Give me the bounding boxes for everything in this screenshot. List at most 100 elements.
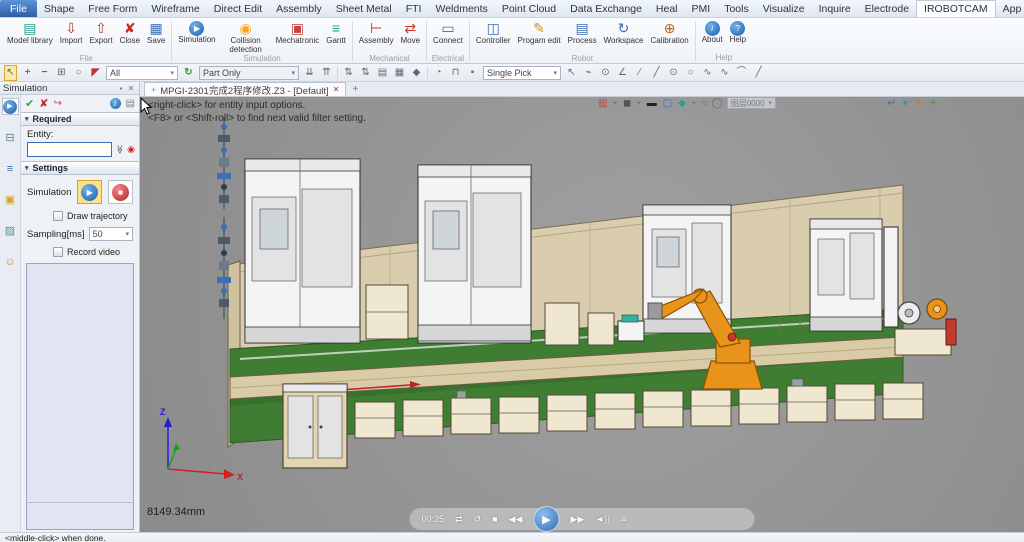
close-button[interactable]: ✘ Close	[117, 19, 143, 54]
export-button[interactable]: ⇧ Export	[86, 19, 115, 54]
draw-trajectory-checkbox[interactable]	[53, 211, 63, 221]
background-icon[interactable]: ▢	[663, 98, 672, 109]
sampling-dropdown[interactable]: 50 ▾	[89, 227, 133, 241]
menu-tab-app[interactable]: App	[996, 0, 1024, 17]
machine-tree-icon[interactable]: ⊟	[2, 129, 19, 146]
collision-detection-button[interactable]: ◉ Collision detection	[220, 19, 272, 54]
move-button[interactable]: ⇄ Move	[397, 19, 423, 54]
exit-input-icon[interactable]: ↵	[887, 98, 895, 109]
add-icon[interactable]: +	[930, 98, 936, 109]
controller-button[interactable]: ◫ Controller	[473, 19, 514, 54]
line-icon[interactable]: ∕	[633, 66, 646, 80]
display-mode-dropdown[interactable]: Part Only ▾	[199, 66, 299, 80]
stop-icon[interactable]: ■	[492, 514, 497, 524]
apply-icon[interactable]: ↪	[53, 98, 61, 109]
menu-tab-heal[interactable]: Heal	[649, 0, 685, 17]
menu-tab-direct-edit[interactable]: Direct Edit	[207, 0, 269, 17]
program-edit-button[interactable]: ✎ Progam edit	[515, 19, 564, 54]
curve-icon[interactable]: ∿	[718, 66, 731, 80]
connect-button[interactable]: ▭ Connect	[430, 19, 466, 54]
add-selection-icon[interactable]: +	[21, 66, 34, 80]
play-simulation-button[interactable]: ▶	[77, 180, 102, 204]
info-icon[interactable]: i	[110, 98, 121, 109]
rewind-icon[interactable]: ◀◀	[509, 514, 523, 524]
angle-icon[interactable]: ∠	[616, 66, 629, 80]
camera-icon[interactable]: ◯	[712, 98, 723, 109]
distribute-icon[interactable]: ⇅	[359, 66, 372, 80]
simulation-tool-icon[interactable]: ▶	[2, 98, 19, 115]
pick-filter-icon[interactable]: ▾	[903, 98, 908, 109]
layer-panel-icon[interactable]: ▤	[376, 66, 389, 80]
history-icon[interactable]: ◔	[432, 66, 445, 80]
loop-pick-icon[interactable]: ⊙	[599, 66, 612, 80]
menu-tab-wireframe[interactable]: Wireframe	[144, 0, 206, 17]
menu-tab-tools[interactable]: Tools	[717, 0, 756, 17]
model-library-button[interactable]: ▤ Model library	[4, 19, 56, 54]
scene-3d[interactable]: Z X	[140, 97, 1024, 532]
render-style-icon[interactable]: ◆	[678, 98, 686, 109]
refresh-icon[interactable]: ↻	[182, 66, 195, 80]
window-select-icon[interactable]: ⊞	[55, 66, 68, 80]
point-icon[interactable]: ▪	[466, 66, 479, 80]
sort-up-icon[interactable]: ⇊	[303, 66, 316, 80]
ellipse-icon[interactable]: ○	[684, 66, 697, 80]
workspace-button[interactable]: ↻ Workspace	[601, 19, 647, 54]
shuffle-icon[interactable]: ⇄	[455, 514, 463, 524]
pick-mode-dropdown[interactable]: Single Pick ▾	[483, 66, 561, 80]
settings-section-header[interactable]: ▾ Settings	[21, 161, 139, 175]
entity-input[interactable]	[27, 142, 112, 157]
stop-simulation-button[interactable]: ■	[108, 180, 133, 204]
sort-down-icon[interactable]: ⇈	[320, 66, 333, 80]
mechatronic-button[interactable]: ▣ Mechatronic	[273, 19, 323, 54]
viewport-canvas[interactable]: <right-click> for entity input options. …	[140, 97, 1024, 532]
menu-tab-inquire[interactable]: Inquire	[812, 0, 858, 17]
polyline-icon[interactable]: ╱	[650, 66, 663, 80]
operator-icon[interactable]: ☺	[2, 253, 19, 270]
ok-icon[interactable]: ✔	[25, 97, 34, 110]
loop-icon[interactable]: ↺	[474, 514, 482, 524]
process-button[interactable]: ▤ Process	[565, 19, 600, 54]
document-tab[interactable]: + MPGI-2301完成2程序修改.Z3 - [Default] ✕	[144, 82, 346, 96]
assembly-button[interactable]: ⊢ Assembly	[356, 19, 397, 54]
filter-icon[interactable]: ◤	[89, 66, 102, 80]
material-icon[interactable]: ◆	[410, 66, 423, 80]
pick-arrow-icon[interactable]: ↖	[565, 66, 578, 80]
edit-icon[interactable]: ✎	[915, 98, 923, 109]
record-video-checkbox[interactable]	[53, 247, 63, 257]
spline-icon[interactable]: ∿	[701, 66, 714, 80]
expand-chevrons-icon[interactable]: ≫	[114, 145, 125, 154]
record-pick-icon[interactable]: ◉	[127, 144, 135, 155]
remove-selection-icon[interactable]: −	[38, 66, 51, 80]
image-icon[interactable]: ▨	[2, 222, 19, 239]
menu-tab-assembly[interactable]: Assembly	[269, 0, 329, 17]
menu-tab-free-form[interactable]: Free Form	[81, 0, 144, 17]
section-view-icon[interactable]: ▥	[598, 98, 607, 109]
help-button[interactable]: ? Help	[727, 19, 749, 53]
import-button[interactable]: ⇩ Import	[57, 19, 86, 54]
close-panel-icon[interactable]: ✕	[126, 84, 136, 93]
about-button[interactable]: i About	[699, 19, 726, 53]
bracket-icon[interactable]: ⊓	[449, 66, 462, 80]
sheet-icon[interactable]: ▤	[126, 98, 135, 109]
fast-forward-icon[interactable]: ▶▶	[570, 514, 584, 524]
solid-model-icon[interactable]: ▣	[2, 191, 19, 208]
menu-tab-electrode[interactable]: Electrode	[858, 0, 916, 17]
select-icon[interactable]: ↖	[4, 65, 17, 81]
simulation-button[interactable]: ▶ Simulation	[175, 19, 218, 54]
save-button[interactable]: ▦ Save	[144, 19, 168, 54]
menu-tab-visualize[interactable]: Visualize	[756, 0, 812, 17]
align-icon[interactable]: ⇅	[342, 66, 355, 80]
menu-tab-fti[interactable]: FTI	[399, 0, 429, 17]
menu-tab-sheet-metal[interactable]: Sheet Metal	[329, 0, 399, 17]
calibration-button[interactable]: ⊕ Calibration	[647, 19, 691, 54]
chain-pick-icon[interactable]: ⌁	[582, 66, 595, 80]
layer-dropdown[interactable]: 图层0000 ▾	[727, 97, 776, 109]
light-icon[interactable]: ○	[701, 98, 707, 109]
close-tab-icon[interactable]: ✕	[333, 85, 340, 94]
segment-icon[interactable]: ╱	[752, 66, 765, 80]
menu-tab-irobotcam[interactable]: IROBOTCAM	[916, 0, 996, 17]
menu-tab-pmi[interactable]: PMI	[685, 0, 718, 17]
menu-tab-weldments[interactable]: Weldments	[428, 0, 494, 17]
new-tab-button[interactable]: +	[346, 83, 364, 96]
menu-tab-file[interactable]: File	[0, 0, 37, 17]
